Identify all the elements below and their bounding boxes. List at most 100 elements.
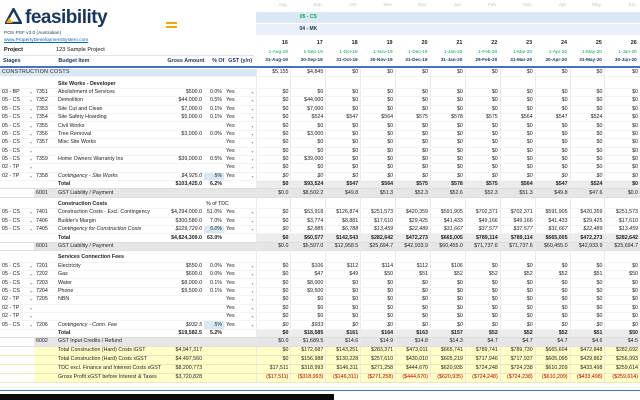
gross-amount-cell[interactable] xyxy=(162,122,204,130)
month-value-cell: $31,667 xyxy=(535,226,570,234)
gst-select[interactable]: Yes▾ xyxy=(224,172,256,180)
gst-select[interactable]: Yes▾ xyxy=(224,287,256,295)
stage-select[interactable]: 02 - TP▾ xyxy=(0,296,34,304)
gross-amount-cell[interactable] xyxy=(162,312,204,320)
budget-code-cell[interactable]: 7357 xyxy=(34,139,56,147)
gst-select[interactable]: Yes▾ xyxy=(224,113,256,121)
budget-code-cell[interactable]: 7204 xyxy=(34,287,56,295)
gst-select[interactable]: Yes▾ xyxy=(224,217,256,225)
budget-code-cell[interactable]: 7406 xyxy=(34,217,56,225)
website-link[interactable]: www.PropertyDevelopmentSystem.com xyxy=(4,38,88,43)
gross-amount-cell[interactable] xyxy=(162,147,204,155)
stage-select[interactable]: 05 - CS▾ xyxy=(0,122,34,130)
pct-cell xyxy=(204,189,224,197)
stage-select[interactable]: 05 - CS▾ xyxy=(0,226,34,234)
stage-select[interactable]: 05 - CS▾ xyxy=(0,321,34,329)
gst-select[interactable]: Yes▾ xyxy=(224,312,256,320)
budget-code-cell[interactable]: 7203 xyxy=(34,279,56,287)
budget-code-cell[interactable]: 7356 xyxy=(34,130,56,138)
gross-amount-cell[interactable]: $39,000.0 xyxy=(162,155,204,163)
gross-amount-cell[interactable]: $5,000.0 xyxy=(162,113,204,121)
stage-select[interactable]: 05 - CS▾ xyxy=(0,155,34,163)
subsection-header-row: Site Works - Developer xyxy=(0,80,640,88)
gst-select[interactable]: Yes▾ xyxy=(224,164,256,172)
budget-code-cell[interactable]: 7358 xyxy=(34,172,56,180)
gross-amount-cell[interactable]: $550.0 xyxy=(162,262,204,270)
month-value-cell: $429,862 xyxy=(570,355,605,364)
gst-select-value: Yes xyxy=(226,218,235,224)
gross-amount-cell[interactable]: $3,000.0 xyxy=(162,130,204,138)
gst-select[interactable]: Yes▾ xyxy=(224,130,256,138)
stage-select[interactable]: 05 - CS▾ xyxy=(0,217,34,225)
gst-select[interactable]: Yes▾ xyxy=(224,105,256,113)
stage-select[interactable]: 05 - CS▾ xyxy=(0,113,34,121)
budget-code-cell[interactable]: 7205 xyxy=(34,296,56,304)
gst-select[interactable]: Yes▾ xyxy=(224,209,256,217)
gross-amount-cell[interactable] xyxy=(162,139,204,147)
gross-amount-cell[interactable]: $44,000.0 xyxy=(162,97,204,105)
gst-select[interactable]: Yes▾ xyxy=(224,147,256,155)
budget-code-cell[interactable]: 7206 xyxy=(34,321,56,329)
pct-cell[interactable]: 5% xyxy=(204,172,224,180)
gst-select[interactable]: Yes▾ xyxy=(224,155,256,163)
budget-code-cell[interactable]: 7351 xyxy=(34,88,56,96)
stage-select[interactable]: 02 - TP▾ xyxy=(0,304,34,312)
gross-amount-cell[interactable]: $229,729.0 xyxy=(162,226,204,234)
gross-amount-cell[interactable]: $8,000.0 xyxy=(162,279,204,287)
budget-code-cell[interactable]: 7202 xyxy=(34,270,56,278)
stage-select[interactable]: 05 - CS▾ xyxy=(0,147,34,155)
gross-amount-cell[interactable] xyxy=(162,304,204,312)
gst-select[interactable]: Yes▾ xyxy=(224,321,256,329)
stage-select[interactable]: 02 - TP▾ xyxy=(0,164,34,172)
stage-select[interactable]: 05 - CS▾ xyxy=(0,130,34,138)
month-value-cell: $1,689.5 xyxy=(291,338,326,346)
budget-code-cell[interactable]: 7353 xyxy=(34,105,56,113)
pct-cell[interactable]: 5.0% xyxy=(204,226,224,234)
gst-select[interactable]: Yes▾ xyxy=(224,279,256,287)
stage-select[interactable]: 05 - CS▾ xyxy=(0,279,34,287)
budget-code-cell[interactable] xyxy=(34,164,56,172)
gst-select[interactable]: Yes▾ xyxy=(224,97,256,105)
budget-code-cell[interactable] xyxy=(34,312,56,320)
stage-select[interactable]: 05 - CS▾ xyxy=(0,139,34,147)
budget-code-cell[interactable] xyxy=(34,147,56,155)
gross-amount-cell[interactable]: $500.0 xyxy=(162,88,204,96)
stage-select[interactable]: 02 - TP▾ xyxy=(0,312,34,320)
stage-select[interactable]: 05 - CS▾ xyxy=(0,287,34,295)
gross-amount-cell[interactable]: $9,500.0 xyxy=(162,287,204,295)
budget-code-cell[interactable]: 7359 xyxy=(34,155,56,163)
gross-amount-cell[interactable]: $4,294,000.0 xyxy=(162,209,204,217)
gross-amount-cell[interactable]: $4,925.0 xyxy=(162,172,204,180)
pct-cell[interactable]: 5% xyxy=(204,321,224,329)
stage-select[interactable]: 05 - CS▾ xyxy=(0,97,34,105)
stage-select[interactable]: 03 - BP▾ xyxy=(0,88,34,96)
budget-code-cell[interactable]: 7354 xyxy=(34,113,56,121)
stage-select[interactable]: 05 - CS▾ xyxy=(0,262,34,270)
budget-code-cell[interactable] xyxy=(34,304,56,312)
gst-select[interactable]: Yes▾ xyxy=(224,139,256,147)
stage-select[interactable]: 05 - CS▾ xyxy=(0,105,34,113)
budget-code-cell[interactable]: 7355 xyxy=(34,122,56,130)
gst-select[interactable]: Yes▾ xyxy=(224,270,256,278)
budget-code-cell[interactable]: 7401 xyxy=(34,209,56,217)
gst-select[interactable]: Yes▾ xyxy=(224,304,256,312)
budget-code-cell[interactable]: 7405 xyxy=(34,226,56,234)
gst-select[interactable]: Yes▾ xyxy=(224,262,256,270)
stage-select[interactable]: 05 - CS▾ xyxy=(0,209,34,217)
gross-amount-cell[interactable]: $300,580.0 xyxy=(162,217,204,225)
budget-code-cell[interactable]: 7352 xyxy=(34,97,56,105)
project-name[interactable]: 123 Sample Project xyxy=(56,47,105,53)
gross-amount-cell[interactable]: $932.5 xyxy=(162,321,204,329)
month-value-cell: $0 xyxy=(291,312,326,320)
gross-amount-cell[interactable]: $600.0 xyxy=(162,270,204,278)
gst-select[interactable]: Yes▾ xyxy=(224,88,256,96)
stage-select[interactable]: 02 - TP▾ xyxy=(0,172,34,180)
gst-select[interactable]: Yes▾ xyxy=(224,296,256,304)
gross-amount-cell[interactable] xyxy=(162,164,204,172)
budget-code-cell[interactable]: 7201 xyxy=(34,262,56,270)
gross-amount-cell[interactable] xyxy=(162,296,204,304)
gross-amount-cell[interactable]: $7,000.0 xyxy=(162,105,204,113)
gst-select[interactable]: Yes▾ xyxy=(224,122,256,130)
gst-select[interactable]: Yes▾ xyxy=(224,226,256,234)
stage-select[interactable]: 05 - CS▾ xyxy=(0,270,34,278)
